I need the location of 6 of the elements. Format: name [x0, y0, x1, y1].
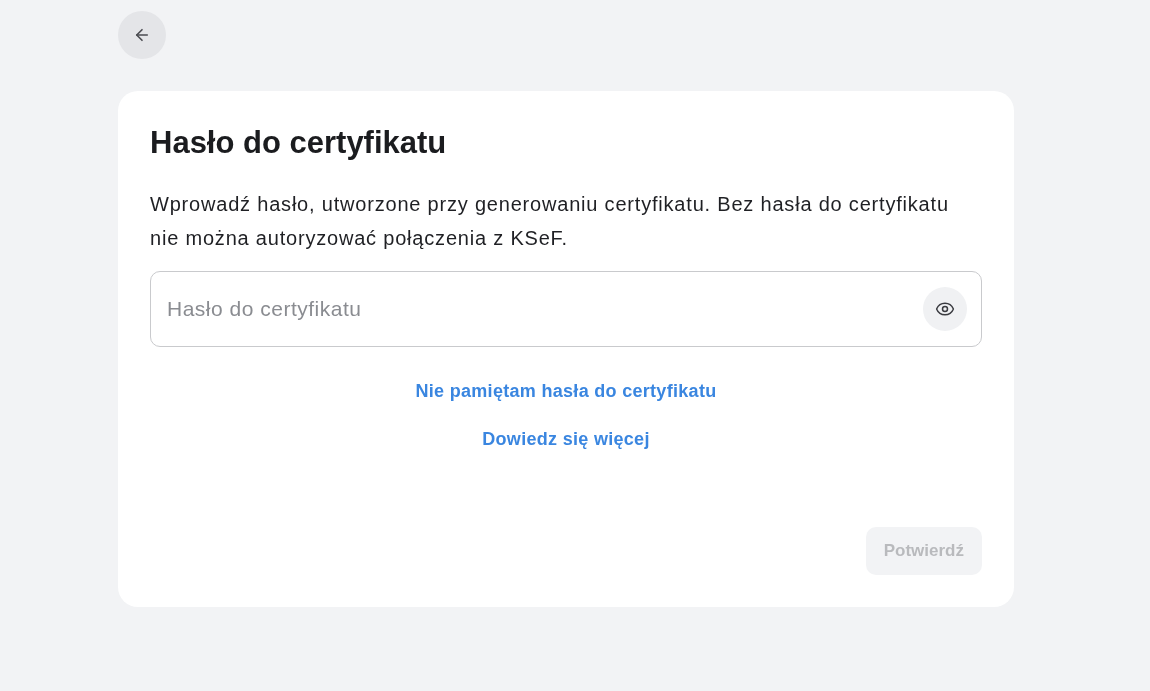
dialog-title: Hasło do certyfikatu	[150, 124, 447, 162]
text-link[interactable]: Dowiedz się więcej	[482, 427, 650, 451]
eye-icon	[935, 299, 955, 319]
description-text: Wprowadź hasło, utworzone przy generowaniu certyfikatu. Bez hasła do certyfikatu nie można autoryzować połączenia z KSeF.	[150, 192, 950, 251]
text-link[interactable]: Nie pamiętam hasła do certyfikatu	[415, 379, 717, 403]
password-field[interactable]: Hasło do certyfikatu	[150, 271, 982, 347]
